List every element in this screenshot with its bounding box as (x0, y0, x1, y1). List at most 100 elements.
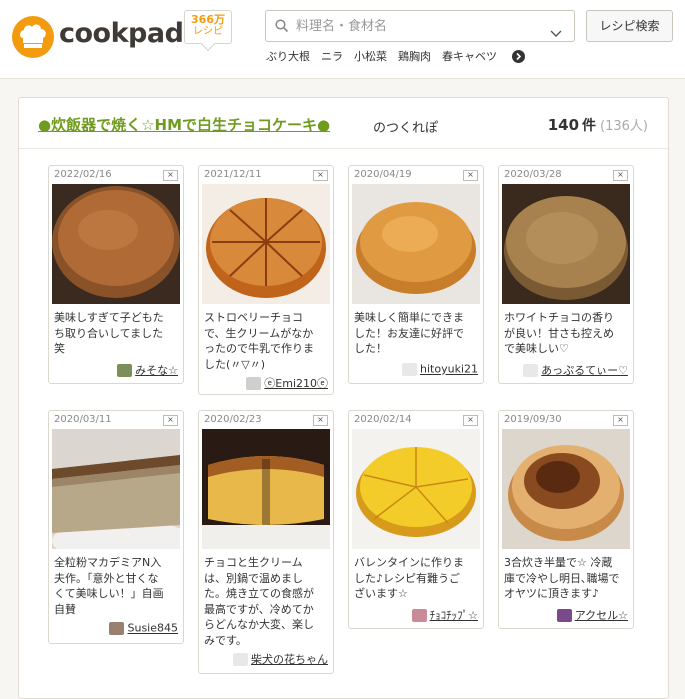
tsukurepo-card[interactable]: 2020/03/11 × 全粒粉マカデミアN入 夫作。「意外と甘くな くて美味し… (48, 410, 184, 644)
card-description: チョコと生クリーム は、別鍋で温めまし た。焼き立ての食感が 最高ですが、冷めて… (204, 555, 330, 648)
card-date: 2020/04/19 (354, 169, 412, 180)
desc-line: した！ (354, 342, 387, 355)
desc-line: ざいます☆ (354, 587, 408, 600)
recipe-title-link[interactable]: ●炊飯器で焼く☆HMで白生チョコケーキ● (38, 114, 330, 135)
card-date: 2020/03/11 (54, 414, 112, 425)
username-link[interactable]: 柴犬の花ちゃん (251, 653, 328, 666)
avatar (523, 363, 539, 377)
close-icon[interactable]: × (163, 415, 178, 426)
username-link[interactable]: hitoyuki21 (420, 363, 478, 376)
card-user[interactable]: アクセル☆ (556, 607, 628, 623)
count-number: 140 (547, 116, 580, 134)
card-description: バレンタインに作りま した♪レシピ有難うご ざいます☆ (354, 555, 480, 602)
card-user[interactable]: 柴犬の花ちゃん (233, 651, 328, 667)
close-icon[interactable]: × (613, 415, 628, 426)
card-user[interactable]: みそな☆ (117, 362, 178, 378)
card-date: 2022/02/16 (54, 169, 112, 180)
cake-photo[interactable] (352, 429, 480, 549)
cake-photo[interactable] (52, 429, 180, 549)
recipe-search-button[interactable]: レシピ検索 (586, 10, 673, 42)
desc-line: 3合炊き半量で☆ 冷蔵 (504, 556, 613, 569)
cookpad-chef-hat-icon[interactable] (12, 16, 54, 58)
tsukurepo-card[interactable]: 2019/09/30 × 3合炊き半量で☆ 冷蔵 庫で冷やし明日､職場で オヤツ… (498, 410, 634, 629)
username-link[interactable]: みそな☆ (135, 364, 178, 377)
username-link[interactable]: アクセル☆ (575, 609, 628, 622)
badge-unit: レシピ (193, 26, 223, 37)
card-date: 2021/12/11 (204, 169, 262, 180)
popular-keywords: ぶり大根 ニラ 小松菜 鶏胸肉 春キャベツ (266, 48, 508, 64)
tsukurepo-card[interactable]: 2021/12/11 × ストロベリーチョコ で、生クリームがなか ったので牛乳… (198, 165, 334, 395)
chevron-down-icon[interactable] (550, 23, 562, 42)
close-icon[interactable]: × (463, 170, 478, 181)
avatar (556, 608, 572, 622)
desc-line: が良い！甘さも控えめ (504, 326, 614, 340)
avatar (402, 362, 418, 376)
close-icon[interactable]: × (613, 170, 628, 181)
avatar (233, 652, 248, 666)
close-icon[interactable]: × (463, 415, 478, 426)
desc-line: で美味しい♡ (504, 342, 569, 355)
card-description: ストロベリーチョコ で、生クリームがなか ったので牛乳で作りま した(〃▽〃) (204, 310, 330, 372)
desc-line: ストロベリーチョコ (204, 311, 303, 324)
card-description: 美味しすぎて子どもた ち取り合いしてました 笑 (54, 310, 180, 357)
close-icon[interactable]: × (163, 170, 178, 181)
close-icon[interactable]: × (313, 415, 328, 426)
tsukurepo-card[interactable]: 2020/04/19 × 美味しく簡単にできま した！お友達に好評で した！ h… (348, 165, 484, 384)
site-header: cookpad 366万 レシピ レシピ検索 ぶり大根ニラ小松菜鶏胸肉春キャベツ (0, 0, 685, 79)
desc-line: で、生クリームがなか (204, 326, 314, 340)
count-people: (136人) (600, 119, 648, 134)
avatar (117, 363, 133, 377)
desc-line: バレンタインに作りま (354, 556, 464, 569)
search-box[interactable] (265, 10, 575, 42)
desc-line: らどんなか大変、楽し (204, 618, 314, 631)
cake-photo[interactable] (502, 184, 630, 304)
recipe-count-badge: 366万 レシピ (184, 10, 232, 44)
desc-line: した(〃▽〃) (204, 357, 266, 371)
desc-line: ったので牛乳で作りま (204, 342, 314, 355)
keyword-link[interactable]: ニラ (321, 50, 343, 63)
card-date: 2020/02/14 (354, 414, 412, 425)
cake-photo[interactable] (502, 429, 630, 549)
desc-line: チョコと生クリーム (204, 556, 303, 569)
keyword-link[interactable]: 鶏胸肉 (398, 50, 431, 63)
desc-line: 夫作。「意外と甘くな (54, 571, 159, 585)
desc-line: 最高ですが、冷めてか (204, 602, 314, 616)
desc-line: 美味しすぎて子どもた (54, 311, 164, 324)
card-description: 3合炊き半量で☆ 冷蔵 庫で冷やし明日､職場で オヤツに頂きます♪ (504, 555, 630, 602)
cake-photo[interactable] (352, 184, 480, 304)
cake-photo[interactable] (202, 184, 330, 304)
card-user[interactable]: hitoyuki21 (402, 362, 478, 376)
card-user[interactable]: ﾁｮｺﾁｯﾌﾟ☆ (411, 607, 478, 623)
cake-photo[interactable] (52, 184, 180, 304)
tsukurepo-title-row: ●炊飯器で焼く☆HMで白生チョコケーキ● のつくれぽ 140 件 (136人) (19, 98, 668, 149)
username-link[interactable]: Susie845 (127, 622, 178, 635)
desc-line: くて美味しい！」自画 (54, 587, 164, 600)
tsukurepo-card[interactable]: 2020/03/28 × ホワイトチョコの香り が良い！甘さも控えめ で美味しい… (498, 165, 634, 384)
desc-line: した！お友達に好評で (354, 326, 464, 340)
tsukurepo-card[interactable]: 2020/02/23 × チョコと生クリーム は、別鍋で温めまし た。焼き立ての… (198, 410, 334, 674)
tsukurepo-card[interactable]: 2020/02/14 × バレンタインに作りま した♪レシピ有難うご ざいます☆… (348, 410, 484, 629)
desc-line: 全粒粉マカデミアN入 (54, 556, 162, 569)
keyword-link[interactable]: 小松菜 (354, 50, 387, 63)
desc-line: した♪レシピ有難うご (354, 571, 461, 585)
card-user[interactable]: あっぷるてぃー♡ (523, 362, 628, 378)
keyword-link[interactable]: ぶり大根 (266, 50, 310, 63)
cookpad-logo[interactable]: cookpad (59, 18, 184, 49)
avatar (411, 608, 427, 622)
cake-photo[interactable] (202, 429, 330, 549)
desc-line: ホワイトチョコの香り (504, 311, 614, 324)
card-user[interactable]: Susie845 (109, 621, 178, 635)
username-link[interactable]: ﾁｮｺﾁｯﾌﾟ☆ (430, 609, 478, 622)
close-icon[interactable]: × (313, 170, 328, 181)
more-keywords-arrow-icon[interactable] (512, 50, 525, 63)
card-user[interactable]: ⓔEmi210ⓔ (246, 375, 328, 391)
tsukurepo-label: のつくれぽ (373, 121, 439, 136)
badge-count: 366万 (191, 13, 225, 26)
keyword-link[interactable]: 春キャベツ (442, 50, 497, 63)
card-description: ホワイトチョコの香り が良い！甘さも控えめ で美味しい♡ (504, 310, 630, 357)
username-link[interactable]: あっぷるてぃー♡ (541, 364, 628, 377)
desc-line: は、別鍋で温めまし (204, 571, 303, 585)
tsukurepo-card[interactable]: 2022/02/16 × 美味しすぎて子どもた ち取り合いしてました 笑 みそな… (48, 165, 184, 384)
search-input[interactable] (294, 15, 538, 37)
username-link[interactable]: ⓔEmi210ⓔ (264, 377, 328, 390)
